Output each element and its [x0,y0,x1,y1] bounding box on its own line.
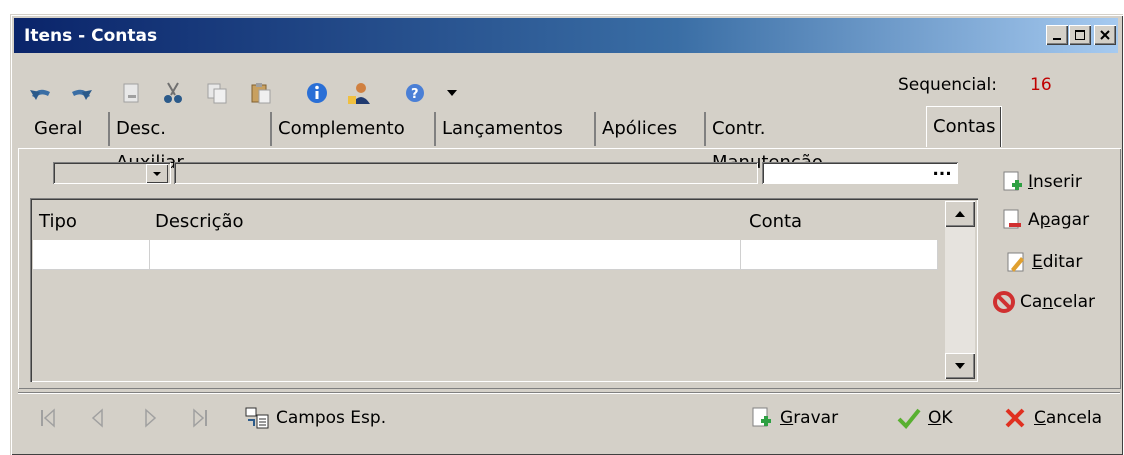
column-header-descricao[interactable]: Descrição [155,211,244,232]
new-document-icon[interactable] [118,80,144,106]
editar-accel: E [1032,252,1043,272]
tab-desc-auxiliar[interactable]: Desc. Auxiliar [108,112,190,173]
cancelar-button[interactable]: Cancelar [992,288,1095,316]
tab-contr-manutencao[interactable]: Contr. Manutenção [704,112,829,173]
cancela-button[interactable]: Cancela [1002,404,1102,432]
ok-label: K [941,408,953,428]
copy-icon[interactable] [204,80,230,106]
close-x-icon [1002,405,1028,431]
dropdown-arrow-icon[interactable] [444,80,460,106]
title-bar[interactable]: Itens - Contas [14,18,1118,53]
cell-tipo[interactable] [33,240,150,270]
chevron-down-icon [153,171,161,176]
footer-divider [18,392,1120,394]
first-record-icon[interactable] [36,406,60,430]
info-icon[interactable] [304,80,330,106]
insert-document-icon [1000,170,1024,194]
scroll-up-button[interactable] [945,201,975,227]
fields-icon [244,405,270,431]
apagar-button[interactable]: Apagar [1000,206,1089,234]
cancela-accel: C [1034,408,1046,428]
save-document-icon [748,405,774,431]
next-record-icon[interactable] [138,406,162,430]
editar-button[interactable]: Editar [1004,248,1082,276]
redo-icon[interactable] [68,80,94,106]
minimize-button[interactable] [1046,25,1068,45]
inserir-button[interactable]: Inserir [1000,168,1082,196]
undo-icon[interactable] [28,80,54,106]
sequencial-value: 16 [1030,75,1052,95]
close-button[interactable] [1094,25,1116,45]
user-icon[interactable] [346,80,372,106]
tab-lancamentos[interactable]: Lançamentos [434,112,569,146]
campos-esp-label: Campos Esp. [276,408,387,428]
arrow-up-icon [955,211,965,217]
checkmark-icon [896,405,922,431]
previous-record-icon[interactable] [86,406,110,430]
cut-icon[interactable] [160,80,186,106]
last-record-icon[interactable] [188,406,212,430]
delete-document-icon [1000,208,1024,232]
maximize-icon [1075,30,1085,40]
cancelar-label: celar [1053,292,1096,312]
conta-lookup-button[interactable]: ... [928,162,956,184]
cancelar-accel: n [1042,292,1054,312]
tab-contas[interactable]: Contas [926,106,1003,147]
gravar-button[interactable]: Gravar [748,404,838,432]
arrow-down-icon [955,363,965,369]
tab-geral[interactable]: Geral [28,112,88,146]
ok-accel: O [928,408,942,428]
campos-esp-button[interactable]: Campos Esp. [244,404,386,432]
table-row[interactable] [33,240,938,270]
gravar-label: ravar [793,408,839,428]
cancel-icon [992,290,1016,314]
cell-descricao[interactable] [150,240,741,270]
tab-apolices[interactable]: Apólices [594,112,683,146]
apagar-label: agar [1050,210,1090,230]
help-icon[interactable]: ? [402,80,428,106]
paste-icon[interactable] [248,80,274,106]
descricao-field[interactable] [174,162,758,184]
apagar-accel: p [1039,210,1051,230]
close-icon [1100,30,1110,40]
inserir-label: nserir [1033,172,1082,192]
apagar-prefix: A [1028,210,1040,230]
cell-conta[interactable] [741,240,938,270]
scroll-down-button[interactable] [945,353,975,379]
svg-text:?: ? [411,87,419,102]
grid-scrollbar[interactable] [945,201,975,379]
tipo-dropdown-button[interactable] [146,164,168,183]
sequencial-label: Sequencial: [898,75,997,95]
cancela-label: ancela [1045,408,1103,428]
grid-header: Tipo Descrição Conta [33,203,938,239]
tab-complemento[interactable]: Complemento [270,112,411,146]
maximize-button[interactable] [1069,25,1091,45]
ok-button[interactable]: OK [896,404,953,432]
cancelar-prefix: Ca [1020,292,1043,312]
edit-document-icon [1004,250,1028,274]
minimize-icon [1053,38,1061,40]
column-header-tipo[interactable]: Tipo [39,211,77,232]
editar-label: ditar [1042,252,1083,272]
window-title: Itens - Contas [24,26,158,46]
column-header-conta[interactable]: Conta [749,211,802,232]
gravar-accel: G [780,408,794,428]
